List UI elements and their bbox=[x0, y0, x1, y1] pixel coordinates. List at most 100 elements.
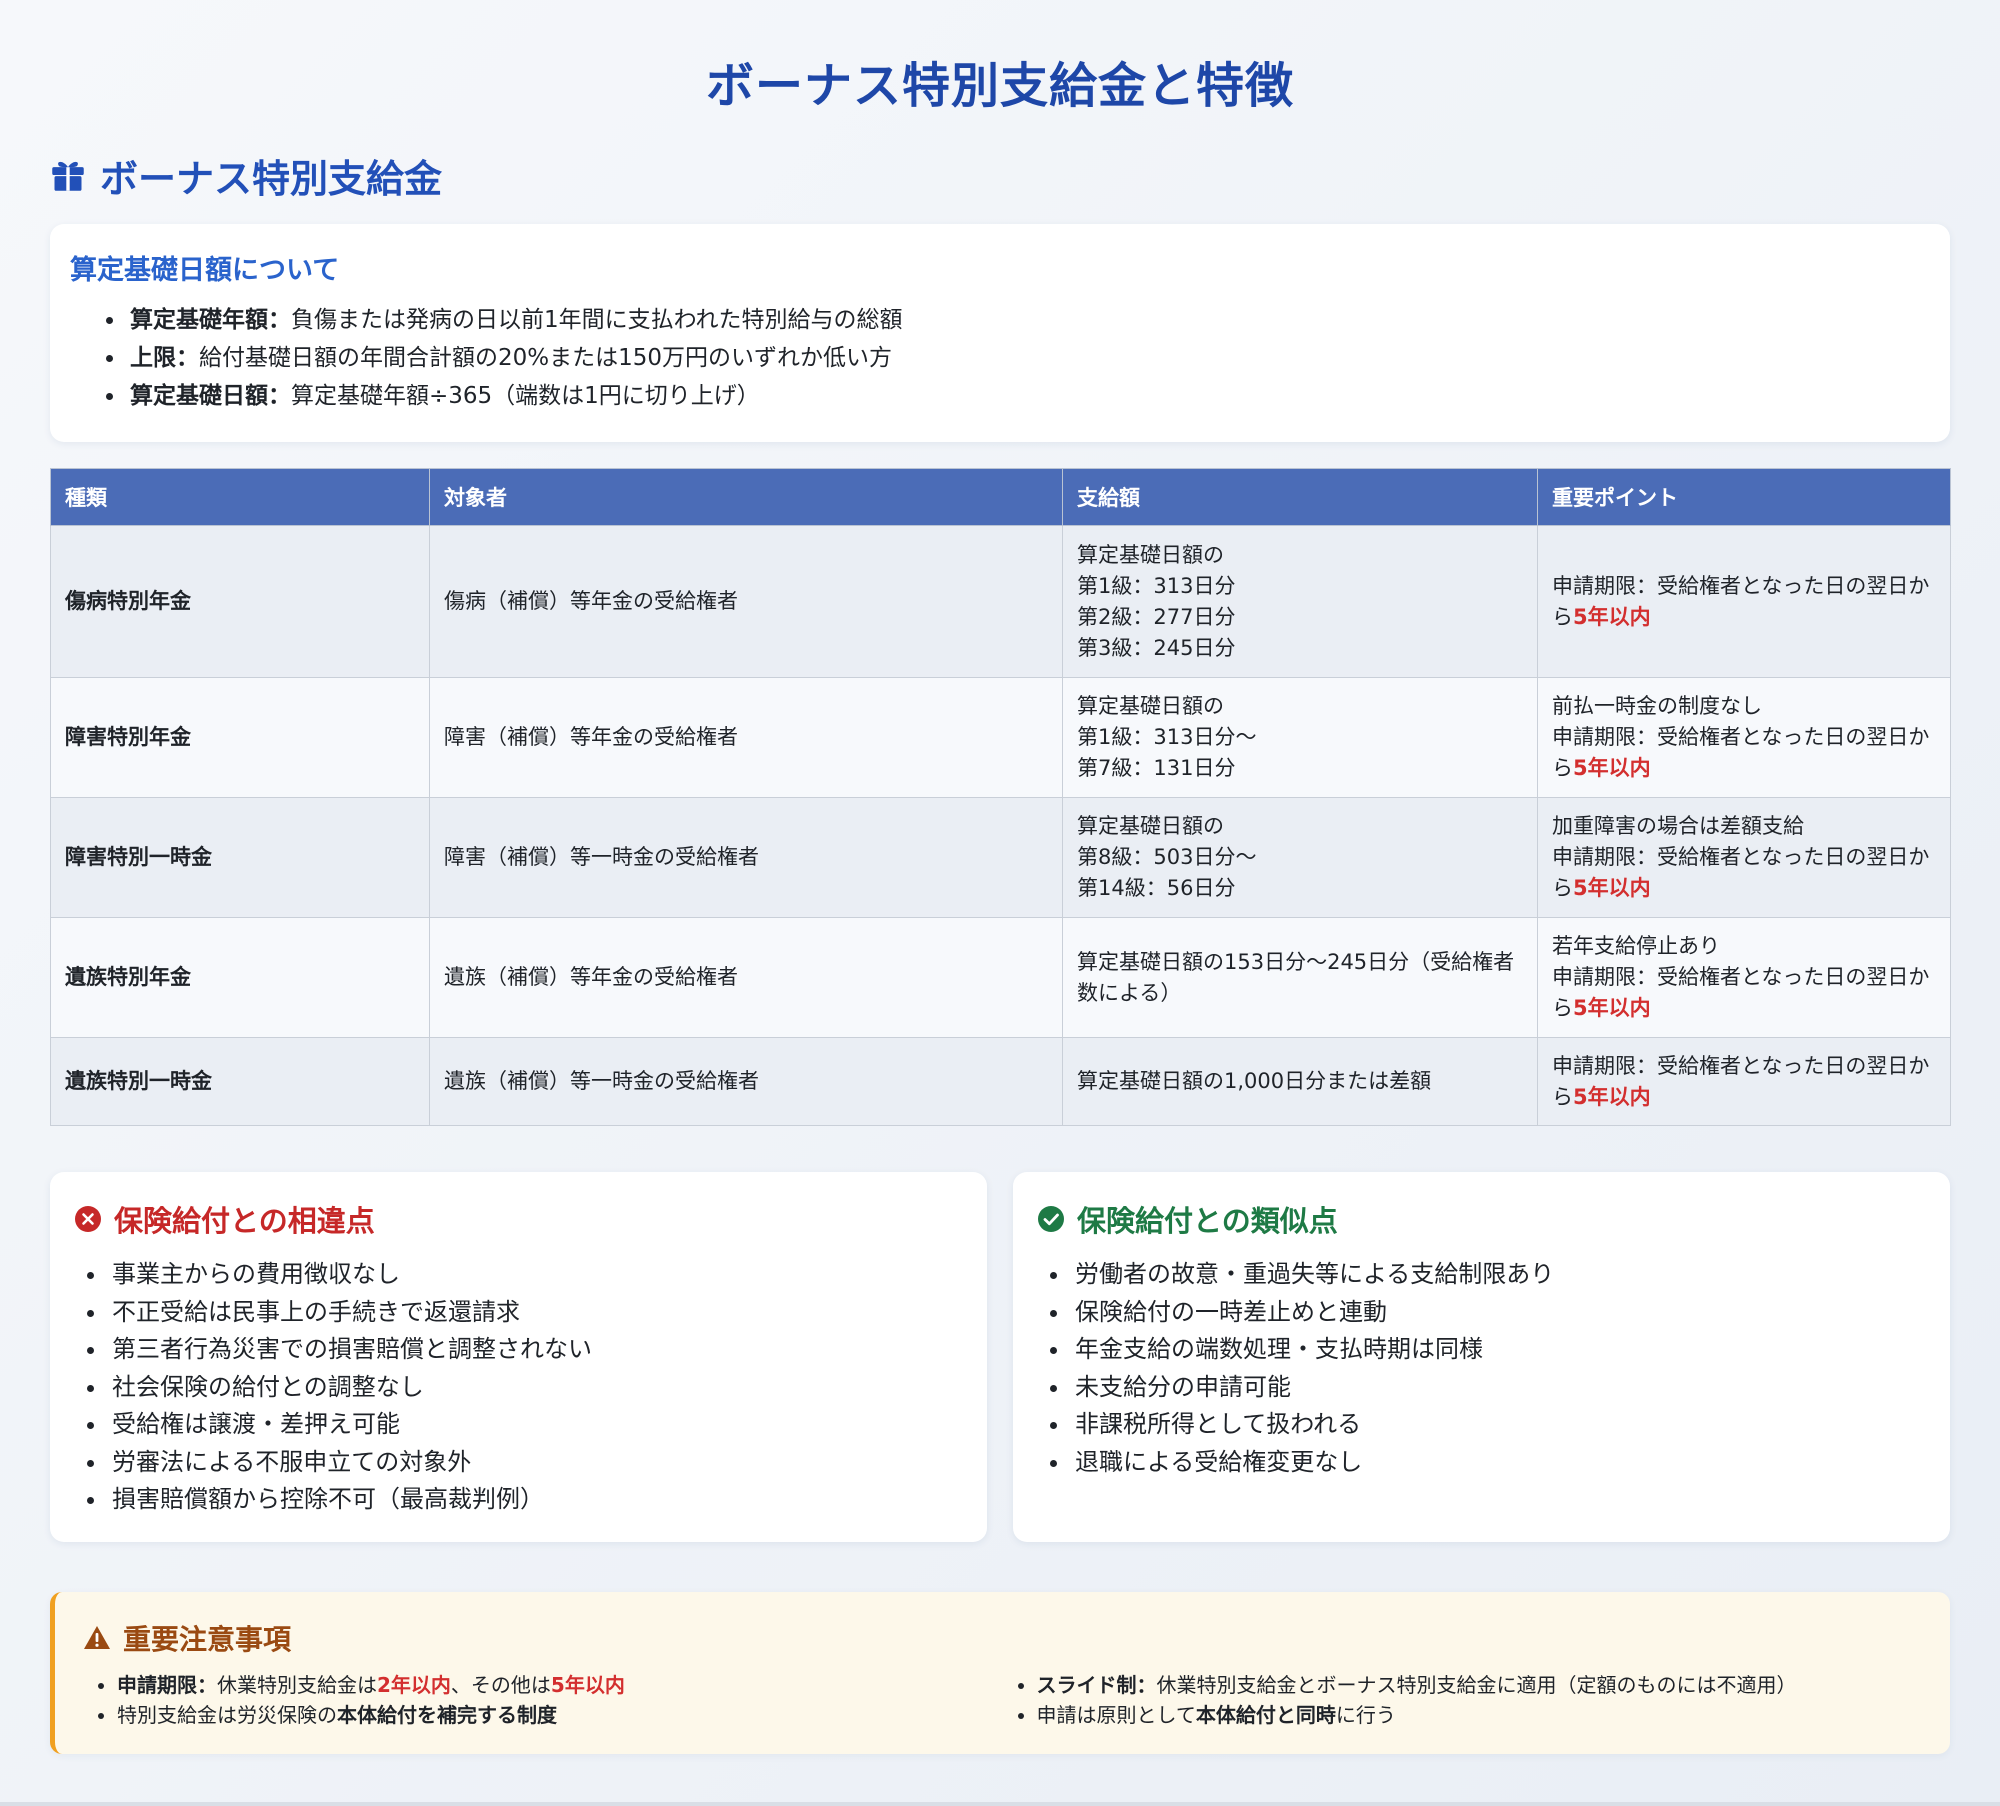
amount-line: 算定基礎日額の bbox=[1077, 542, 1224, 567]
notice-text: 申請は原則として bbox=[1036, 1703, 1196, 1727]
differences-header: 保険給付との相違点 bbox=[74, 1172, 963, 1240]
basis-text: 給付基礎日額の年間合計額の20%または150万円のいずれか低い方 bbox=[199, 345, 893, 371]
amount-line: 第3級：245日分 bbox=[1077, 635, 1236, 660]
bottom-border bbox=[0, 1802, 2000, 1806]
amount-line: 算定基礎日額の bbox=[1077, 814, 1224, 838]
check-circle-icon bbox=[1038, 1206, 1064, 1232]
amount-line: 第14級：56日分 bbox=[1077, 876, 1236, 900]
notice-sep: ： bbox=[197, 1673, 217, 1697]
page: ボーナス特別支給金と特徴 ボーナス特別支給金 算定基礎日額について 算定基礎年額… bbox=[50, 0, 1951, 1754]
notice-item: 申請期限：休業特別支給金は2年以内、その他は5年以内 bbox=[117, 1670, 1003, 1700]
page-title: ボーナス特別支給金と特徴 bbox=[705, 58, 1294, 114]
similarities-header: 保険給付との類似点 bbox=[1037, 1172, 1926, 1240]
basis-sep: ： bbox=[268, 383, 291, 409]
column-header: 対象者 bbox=[429, 468, 1063, 526]
deadline-value: 5年以内 bbox=[1573, 876, 1651, 900]
notice-text: 休業特別支給金は bbox=[217, 1673, 377, 1697]
basis-term: 算定基礎日額 bbox=[130, 383, 268, 409]
notice-highlight: 2年以内 bbox=[377, 1673, 451, 1697]
warning-triangle-icon bbox=[84, 1626, 110, 1649]
table-row: 遺族特別一時金 遺族（補償）等一時金の受給権者 算定基礎日額の1,000日分また… bbox=[50, 1037, 1951, 1126]
cell-type: 障害特別年金 bbox=[50, 677, 430, 798]
notice-columns: 申請期限：休業特別支給金は2年以内、その他は5年以内 特別支給金は労災保険の本体… bbox=[83, 1670, 1922, 1730]
notice-term: 申請期限 bbox=[117, 1673, 197, 1697]
notice-text: 、その他は bbox=[450, 1673, 551, 1697]
list-item: 年金支給の端数処理・支払時期は同様 bbox=[1071, 1331, 1926, 1369]
notice-sep: ： bbox=[1136, 1673, 1157, 1697]
gift-icon bbox=[52, 161, 84, 191]
table-row: 障害特別年金 障害（補償）等年金の受給権者 算定基礎日額の 第1級：313日分〜… bbox=[50, 677, 1951, 798]
notice-text: 休業特別支給金とボーナス特別支給金に適用（定額のものには不適用） bbox=[1156, 1673, 1797, 1697]
notice-text: 特別支給金は労災保険の bbox=[117, 1703, 337, 1727]
table-row: 障害特別一時金 障害（補償）等一時金の受給権者 算定基礎日額の 第8級：503日… bbox=[50, 797, 1951, 918]
basis-item: 算定基礎日額：算定基礎年額÷365（端数は1円に切り上げ） bbox=[126, 377, 1930, 415]
notice-bold: 本体給付と同時 bbox=[1195, 1703, 1336, 1727]
notice-text: に行う bbox=[1335, 1703, 1396, 1727]
list-item: 第三者行為災害での損害賠償と調整されない bbox=[108, 1331, 963, 1369]
basis-item: 上限：給付基礎日額の年間合計額の20%または150万円のいずれか低い方 bbox=[126, 339, 1930, 377]
differences-card: 保険給付との相違点 事業主からの費用徴収なし 不正受給は民事上の手続きで返還請求… bbox=[50, 1172, 987, 1542]
cell-point: 若年支給停止あり 申請期限：受給権者となった日の翌日から5年以内 bbox=[1537, 917, 1951, 1038]
notice-item: 特別支給金は労災保険の本体給付を補完する制度 bbox=[117, 1700, 1003, 1730]
cell-amount: 算定基礎日額の1,000日分または差額 bbox=[1062, 1037, 1538, 1126]
amount-line: 第1級：313日分〜 bbox=[1077, 725, 1257, 749]
table-row: 傷病特別年金 傷病（補償）等年金の受給権者 算定基礎日額の 第1級：313日分 … bbox=[50, 525, 1951, 678]
similarities-card: 保険給付との類似点 労働者の故意・重過失等による支給制限あり 保険給付の一時差止… bbox=[1013, 1172, 1950, 1542]
notice-title: 重要注意事項 bbox=[123, 1623, 292, 1656]
list-item: 受給権は譲渡・差押え可能 bbox=[108, 1406, 963, 1444]
list-item: 不正受給は民事上の手続きで返還請求 bbox=[108, 1294, 963, 1332]
deadline-value: 5年以内 bbox=[1573, 996, 1651, 1020]
cell-type: 遺族特別年金 bbox=[50, 917, 430, 1038]
cell-amount: 算定基礎日額の 第8級：503日分〜 第14級：56日分 bbox=[1062, 797, 1538, 918]
basis-sep: ： bbox=[176, 345, 199, 371]
list-item: 労働者の故意・重過失等による支給制限あり bbox=[1071, 1256, 1926, 1294]
cell-point: 申請期限：受給権者となった日の翌日から5年以内 bbox=[1537, 1037, 1951, 1126]
point-note: 若年支給停止あり bbox=[1552, 934, 1720, 958]
notice-box: 重要注意事項 申請期限：休業特別支給金は2年以内、その他は5年以内 特別支給金は… bbox=[50, 1592, 1950, 1754]
deadline-value: 5年以内 bbox=[1573, 604, 1651, 629]
cell-point: 申請期限：受給権者となった日の翌日から5年以内 bbox=[1537, 525, 1951, 678]
list-item: 損害賠償額から控除不可（最高裁判例） bbox=[108, 1481, 963, 1519]
amount-line: 算定基礎日額の1,000日分または差額 bbox=[1077, 1069, 1432, 1093]
amount-line: 第1級：313日分 bbox=[1077, 573, 1236, 598]
column-header: 重要ポイント bbox=[1537, 468, 1951, 526]
cell-target: 傷病（補償）等年金の受給権者 bbox=[429, 525, 1063, 678]
comparison-section: 保険給付との相違点 事業主からの費用徴収なし 不正受給は民事上の手続きで返還請求… bbox=[50, 1172, 1950, 1542]
list-item: 社会保険の給付との調整なし bbox=[108, 1369, 963, 1407]
similarities-title: 保険給付との類似点 bbox=[1077, 1204, 1338, 1238]
notice-item: スライド制：休業特別支給金とボーナス特別支給金に適用（定額のものには不適用） bbox=[1037, 1670, 1923, 1700]
amount-line: 第8級：503日分〜 bbox=[1077, 845, 1257, 869]
list-item: 未支給分の申請可能 bbox=[1071, 1369, 1926, 1407]
cell-target: 遺族（補償）等年金の受給権者 bbox=[429, 917, 1063, 1038]
notice-header: 重要注意事項 bbox=[83, 1592, 1922, 1658]
basis-list: 算定基礎年額：負傷または発病の日以前1年間に支払われた特別給与の総額 上限：給付… bbox=[70, 301, 1930, 415]
basis-card: 算定基礎日額について 算定基礎年額：負傷または発病の日以前1年間に支払われた特別… bbox=[50, 224, 1950, 442]
notice-list-left: 申請期限：休業特別支給金は2年以内、その他は5年以内 特別支給金は労災保険の本体… bbox=[83, 1670, 1003, 1730]
column-header: 支給額 bbox=[1062, 468, 1538, 526]
list-item: 保険給付の一時差止めと連動 bbox=[1071, 1294, 1926, 1332]
notice-bold: 本体給付を補完する制度 bbox=[337, 1703, 557, 1727]
amount-line: 算定基礎日額の bbox=[1077, 694, 1224, 718]
list-item: 事業主からの費用徴収なし bbox=[108, 1256, 963, 1294]
benefits-table: 種類 対象者 支給額 重要ポイント 傷病特別年金 傷病（補償）等年金の受給権者 … bbox=[50, 468, 1951, 1126]
basis-term: 算定基礎年額 bbox=[130, 307, 268, 333]
deadline-value: 5年以内 bbox=[1573, 1084, 1651, 1109]
basis-text: 負傷または発病の日以前1年間に支払われた特別給与の総額 bbox=[291, 307, 903, 333]
section-title: ボーナス特別支給金 bbox=[100, 156, 443, 201]
cell-point: 加重障害の場合は差額支給 申請期限：受給権者となった日の翌日から5年以内 bbox=[1537, 797, 1951, 918]
x-circle-icon bbox=[75, 1206, 101, 1232]
cell-type: 遺族特別一時金 bbox=[50, 1037, 430, 1126]
amount-line: 第2級：277日分 bbox=[1077, 604, 1236, 629]
table-row: 遺族特別年金 遺族（補償）等年金の受給権者 算定基礎日額の153日分〜245日分… bbox=[50, 917, 1951, 1038]
list-item: 非課税所得として扱われる bbox=[1071, 1406, 1926, 1444]
similarities-list: 労働者の故意・重過失等による支給制限あり 保険給付の一時差止めと連動 年金支給の… bbox=[1037, 1256, 1926, 1481]
cell-amount: 算定基礎日額の 第1級：313日分〜 第7級：131日分 bbox=[1062, 677, 1538, 798]
point-note: 前払一時金の制度なし bbox=[1552, 694, 1762, 718]
basis-term: 上限 bbox=[130, 345, 176, 371]
cell-amount: 算定基礎日額の153日分〜245日分（受給権者数による） bbox=[1062, 917, 1538, 1038]
basis-item: 算定基礎年額：負傷または発病の日以前1年間に支払われた特別給与の総額 bbox=[126, 301, 1930, 339]
cell-type: 傷病特別年金 bbox=[50, 525, 430, 678]
cell-type: 障害特別一時金 bbox=[50, 797, 430, 918]
notice-term: スライド制 bbox=[1036, 1673, 1137, 1697]
list-item: 退職による受給権変更なし bbox=[1071, 1444, 1926, 1482]
